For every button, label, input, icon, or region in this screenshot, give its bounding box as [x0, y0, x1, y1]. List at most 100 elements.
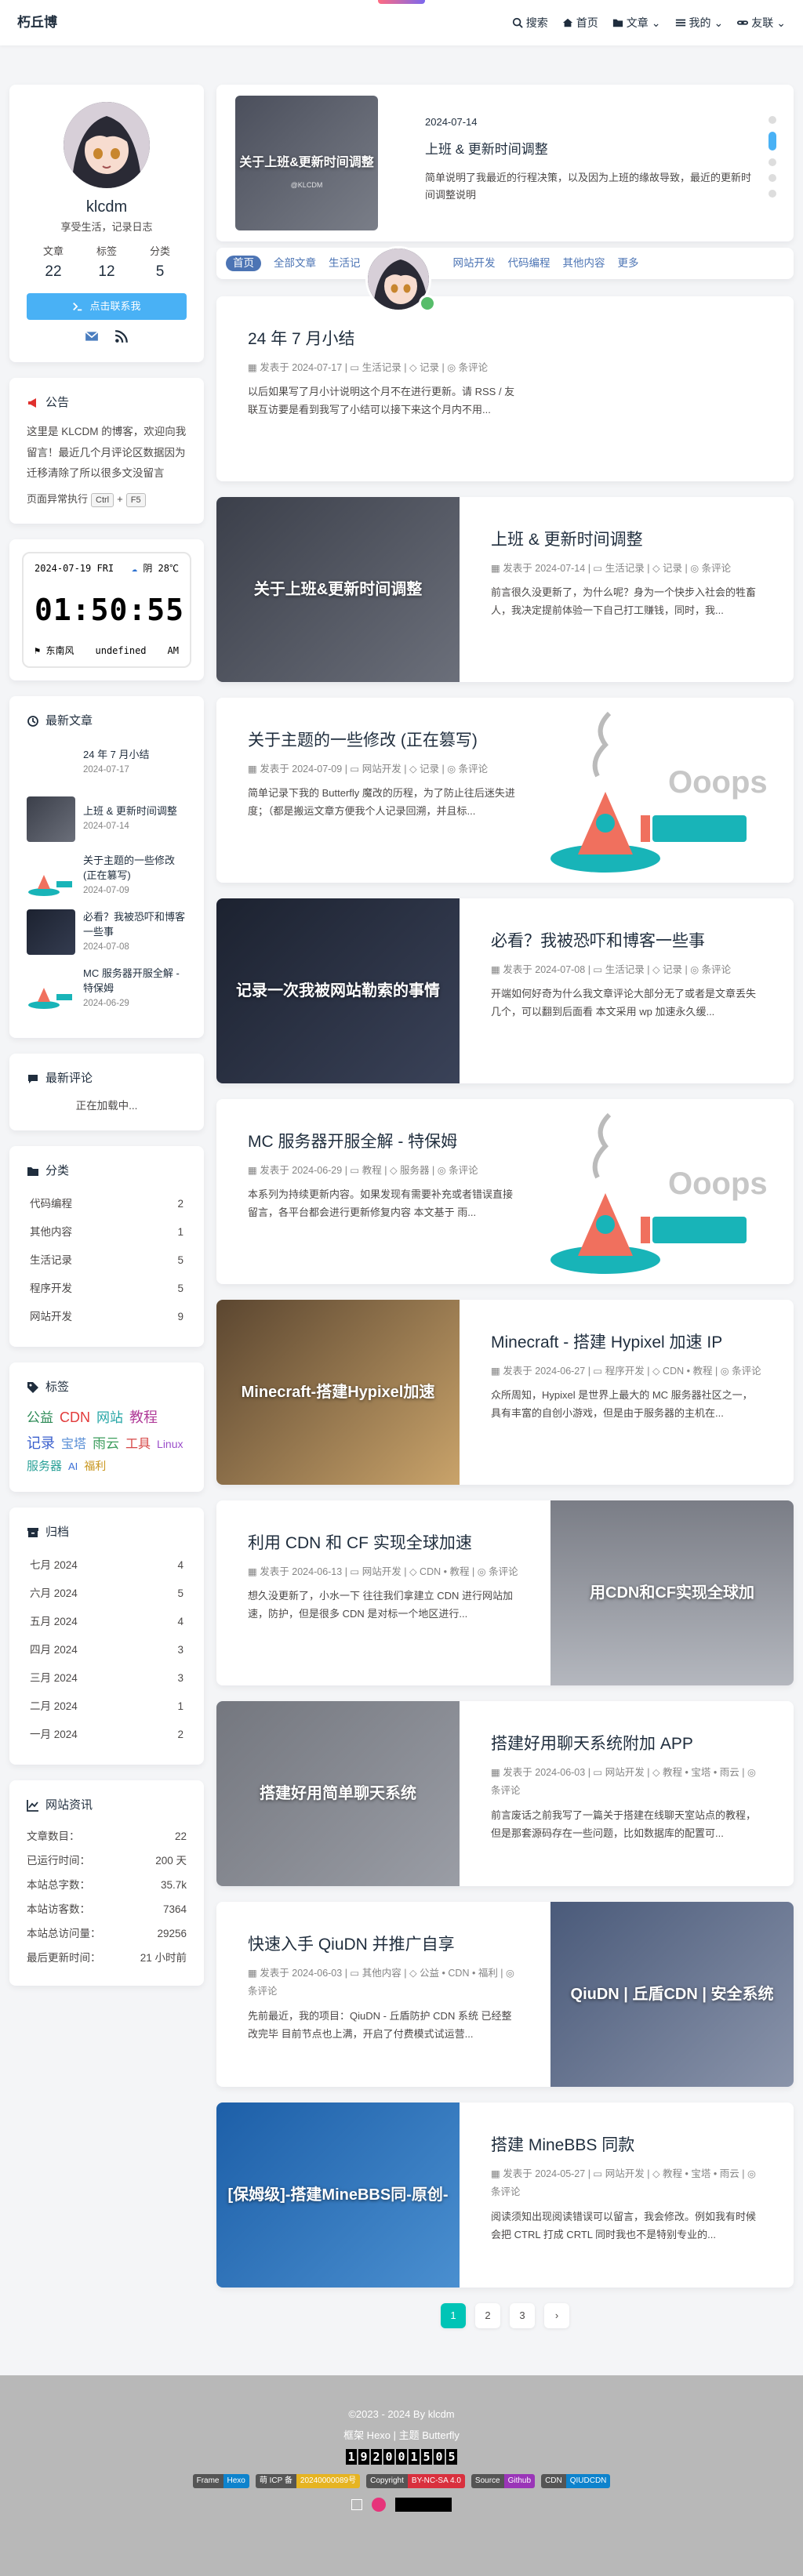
stat-articles[interactable]: 文章 22: [43, 244, 64, 284]
post-title[interactable]: 快速入手 QiuDN 并推广自享: [248, 1932, 519, 1958]
nav-search[interactable]: 搜索: [512, 14, 548, 31]
post-cover[interactable]: Ooops: [550, 1099, 794, 1284]
footer-badge[interactable]: CDN QIUDCDN: [541, 2473, 611, 2488]
tag-link[interactable]: 记录: [27, 1432, 55, 1455]
post-cover[interactable]: [保姆级]-搭建MineBBS同-原创-: [216, 2103, 460, 2288]
page-2[interactable]: 2: [475, 2303, 500, 2328]
post-cover[interactable]: Ooops: [550, 698, 794, 883]
featured-cover[interactable]: 关于上班&更新时间调整 @KLCDM: [235, 96, 378, 230]
post-category[interactable]: 网站开发: [605, 1767, 645, 1778]
post-title[interactable]: 利用 CDN 和 CF 实现全球加速: [248, 1530, 519, 1557]
nav-friends[interactable]: 友联 ⌄: [737, 14, 786, 31]
category-item[interactable]: 网站开发 9: [27, 1303, 187, 1331]
post-tag[interactable]: 记录: [420, 764, 439, 775]
post-tag[interactable]: 记录: [663, 563, 682, 574]
post-comments[interactable]: 条评论: [491, 2186, 521, 2197]
post-tag[interactable]: 教程: [663, 2168, 682, 2179]
carousel-dot[interactable]: [768, 116, 776, 124]
stat-categories[interactable]: 分类 5: [150, 244, 170, 284]
tag-link[interactable]: 福利: [84, 1457, 106, 1475]
post-cover[interactable]: 搭建好用简单聊天系统: [216, 1701, 460, 1886]
author-avatar[interactable]: [64, 102, 150, 188]
post-category[interactable]: 网站开发: [362, 1566, 402, 1577]
page-3[interactable]: 3: [510, 2303, 535, 2328]
footer-badge[interactable]: Frame Hexo: [192, 2473, 249, 2488]
nav-posts[interactable]: 文章 ⌄: [612, 14, 661, 31]
post-cover[interactable]: QiuDN | 丘盾CDN | 安全系统: [550, 1902, 794, 2087]
tab-other[interactable]: 其他内容: [563, 255, 605, 272]
post-title[interactable]: 搭建好用聊天系统附加 APP: [491, 1731, 762, 1758]
post-comments[interactable]: 条评论: [459, 764, 489, 775]
pink-logo-icon[interactable]: [372, 2497, 386, 2512]
recent-post-item[interactable]: 必看？我被恐吓和博客一些事 2024-07-08: [27, 909, 187, 956]
post-category[interactable]: 网站开发: [362, 764, 402, 775]
footer-badge[interactable]: Source Github: [471, 2473, 536, 2488]
post-category[interactable]: 程序开发: [605, 1366, 645, 1377]
tag-link[interactable]: 宝塔: [61, 1435, 86, 1455]
post-cover[interactable]: 记录一次我被网站勒索的事情: [216, 898, 460, 1083]
rss-icon[interactable]: [114, 329, 129, 348]
recent-post-title[interactable]: 上班 & 更新时间调整: [83, 804, 187, 819]
contact-button[interactable]: 点击联系我: [27, 292, 187, 320]
tag-link[interactable]: 网站: [96, 1407, 123, 1428]
archive-item[interactable]: 一月 2024 2: [27, 1721, 187, 1749]
category-item[interactable]: 其他内容 1: [27, 1218, 187, 1246]
archive-item[interactable]: 二月 2024 1: [27, 1693, 187, 1721]
post-comments[interactable]: 条评论: [248, 1986, 278, 1997]
carousel-dot[interactable]: [768, 174, 776, 182]
post-tag[interactable]: CDN: [663, 1366, 684, 1377]
post-comments[interactable]: 条评论: [732, 1366, 761, 1377]
next-page-button[interactable]: ›: [544, 2303, 569, 2328]
nav-home[interactable]: 首页: [562, 14, 598, 31]
post-tag[interactable]: 公益: [420, 1968, 439, 1979]
post-category[interactable]: 生活记录: [362, 362, 402, 373]
archive-item[interactable]: 五月 2024 4: [27, 1608, 187, 1636]
post-cover[interactable]: Minecraft-搭建Hypixel加速: [216, 1300, 460, 1485]
archive-item[interactable]: 四月 2024 3: [27, 1636, 187, 1664]
tag-link[interactable]: 教程: [129, 1406, 158, 1429]
recent-post-item[interactable]: 关于主题的一些修改 (正在篡写) 2024-07-09: [27, 853, 187, 899]
archive-item[interactable]: 三月 2024 3: [27, 1664, 187, 1693]
recent-post-title[interactable]: 24 年 7 月小结: [83, 748, 187, 763]
tab-more[interactable]: 更多: [618, 255, 639, 272]
post-title[interactable]: MC 服务器开服全解 - 特保姆: [248, 1129, 519, 1156]
tag-link[interactable]: AI: [68, 1459, 78, 1475]
post-cover[interactable]: [550, 296, 794, 481]
post-tag[interactable]: 教程: [663, 1767, 682, 1778]
post-title[interactable]: Minecraft - 搭建 Hypixel 加速 IP: [491, 1330, 762, 1356]
footer-badge[interactable]: 萌 ICP 备 20240000089号: [255, 2473, 361, 2488]
site-title[interactable]: 朽丘博: [17, 12, 57, 33]
post-title[interactable]: 关于主题的一些修改 (正在篡写): [248, 727, 519, 754]
post-category[interactable]: 教程: [362, 1165, 382, 1176]
tag-link[interactable]: 公益: [27, 1407, 53, 1428]
post-tag[interactable]: 福利: [478, 1968, 498, 1979]
post-title[interactable]: 24 年 7 月小结: [248, 326, 519, 353]
carousel-dot-active[interactable]: [768, 132, 776, 151]
category-item[interactable]: 程序开发 5: [27, 1275, 187, 1303]
tab-coding[interactable]: 代码编程: [508, 255, 550, 272]
tag-link[interactable]: Linux: [157, 1435, 183, 1453]
carousel-dot[interactable]: [768, 190, 776, 198]
tab-home[interactable]: 首页: [226, 256, 261, 271]
category-item[interactable]: 代码编程 2: [27, 1190, 187, 1218]
post-comments[interactable]: 条评论: [702, 964, 732, 975]
post-title[interactable]: 搭建 MineBBS 同款: [491, 2132, 762, 2159]
post-comments[interactable]: 条评论: [489, 1566, 518, 1577]
post-category[interactable]: 其他内容: [362, 1968, 402, 1979]
post-tag[interactable]: 教程: [692, 1366, 712, 1377]
post-tag[interactable]: 教程: [449, 1566, 469, 1577]
post-category[interactable]: 生活记录: [605, 563, 645, 574]
archive-item[interactable]: 七月 2024 4: [27, 1551, 187, 1580]
nav-mine[interactable]: 我的 ⌄: [675, 14, 723, 31]
featured-title[interactable]: 上班 & 更新时间调整: [425, 139, 751, 160]
post-title[interactable]: 必看？我被恐吓和博客一些事: [491, 928, 762, 955]
tag-link[interactable]: 雨云: [93, 1433, 119, 1454]
post-comments[interactable]: 条评论: [491, 1785, 521, 1796]
recent-post-title[interactable]: 必看？我被恐吓和博客一些事: [83, 910, 187, 940]
recent-post-item[interactable]: MC 服务器开服全解 - 特保姆 2024-06-29: [27, 966, 187, 1012]
post-tag[interactable]: 记录: [420, 362, 439, 373]
post-category[interactable]: 网站开发: [605, 2168, 645, 2179]
email-icon[interactable]: [85, 329, 99, 348]
page-1[interactable]: 1: [441, 2303, 466, 2328]
post-cover[interactable]: 关于上班&更新时间调整: [216, 497, 460, 682]
